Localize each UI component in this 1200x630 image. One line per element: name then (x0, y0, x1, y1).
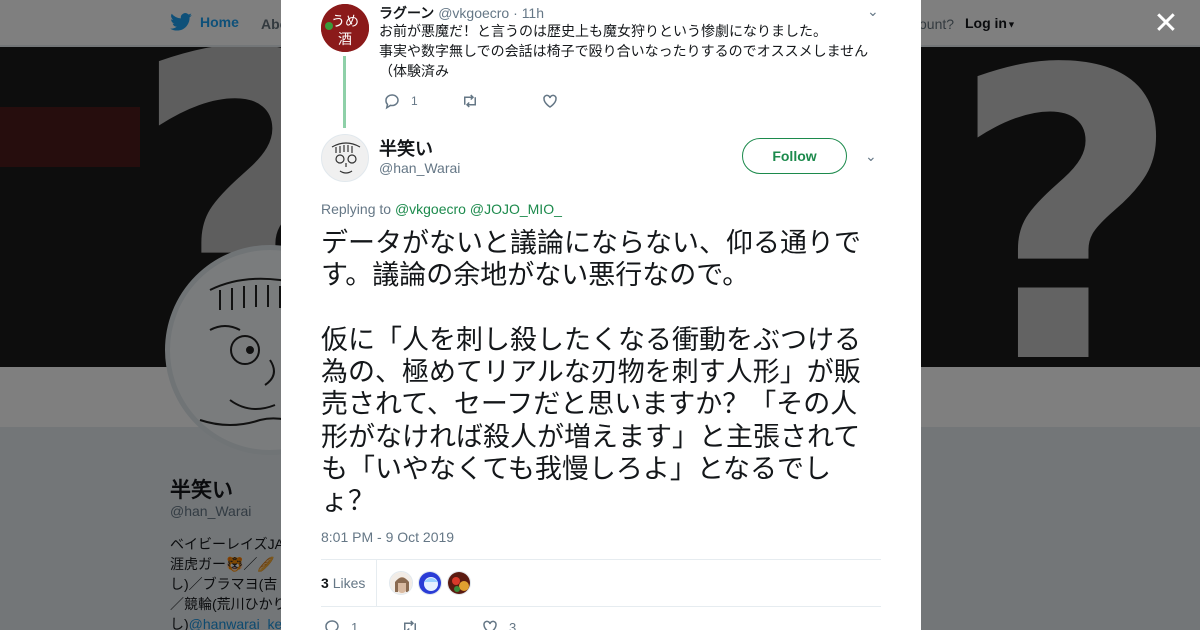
parent-author-handle[interactable]: @vkgoecro (438, 5, 509, 21)
avatar-image (331, 142, 361, 174)
like-button[interactable] (541, 92, 569, 110)
parent-tweet-header: ラグーン @vkgoecro · 11h (379, 3, 544, 23)
replying-to: Replying to @vkgoecro @JOJO_MIO_ (321, 201, 562, 217)
heart-icon (483, 620, 497, 630)
text-line: （体験済み (379, 63, 449, 79)
tweet-stats: 3 Likes (321, 559, 881, 607)
text-line: お前が悪魔だ！と言うのは歴史上も魔女狩りという惨劇になりました。 (379, 23, 827, 39)
parent-timestamp[interactable]: 11h (522, 5, 544, 21)
tweet-author: 半笑い @han_Warai Follow ⌄ (321, 132, 881, 184)
liker-avatar[interactable] (389, 571, 413, 595)
reply-button[interactable]: 1 (323, 618, 401, 630)
reply-icon (385, 94, 399, 110)
thread-connector (343, 56, 346, 128)
likers-list (389, 571, 471, 595)
retweet-icon (404, 620, 416, 630)
reply-button[interactable]: 1 (383, 92, 461, 110)
mention-link[interactable]: @JOJO_MIO_ (470, 201, 562, 217)
replying-label: Replying to (321, 201, 392, 217)
time-separator: · (513, 5, 518, 21)
reply-count: 1 (351, 619, 359, 630)
tweet-timestamp[interactable]: 8:01 PM - 9 Oct 2019 (321, 529, 454, 545)
like-button[interactable]: 3 (481, 618, 516, 630)
parent-avatar[interactable]: うめ 酒 (321, 4, 369, 52)
retweet-button[interactable] (401, 618, 481, 630)
likes-count: 3 (321, 575, 329, 591)
likes-stat[interactable]: 3 Likes (321, 575, 365, 591)
parent-actions: 1 (383, 92, 569, 110)
author-name[interactable]: 半笑い (379, 135, 433, 161)
tweet-text: データがないと議論にならない、仰る通りです。議論の余地がない悪行なので。 仮に「… (321, 228, 861, 517)
author-handle[interactable]: @han_Warai (379, 160, 460, 176)
retweet-button[interactable] (461, 92, 541, 110)
svg-text:うめ: うめ (331, 14, 359, 30)
follow-button[interactable]: Follow (742, 138, 847, 174)
liker-avatar[interactable] (418, 571, 442, 595)
avatar-image: うめ 酒 (321, 4, 369, 52)
reply-icon (325, 620, 339, 630)
divider (376, 560, 377, 606)
liker-avatar[interactable] (447, 571, 471, 595)
tweet-actions: 1 3 (323, 618, 516, 630)
text-line: 事実や数字無しでの会話は椅子で殴り合いなったりするのでオススメしません (379, 43, 869, 59)
like-count: 3 (509, 619, 517, 630)
chevron-down-icon[interactable]: ⌄ (865, 148, 877, 165)
parent-author-name[interactable]: ラグーン (379, 5, 434, 21)
reply-count: 1 (411, 94, 418, 108)
likes-label: Likes (332, 575, 366, 591)
chevron-down-icon[interactable]: ⌄ (867, 3, 879, 20)
svg-text:酒: 酒 (338, 32, 352, 48)
author-avatar[interactable] (321, 134, 369, 182)
tweet-permalink-modal: うめ 酒 ラグーン @vkgoecro · 11h ⌄ お前が悪魔だ！と言うのは… (281, 0, 921, 630)
retweet-icon (464, 94, 476, 108)
close-icon[interactable]: ✕ (1150, 8, 1182, 40)
heart-icon (543, 94, 557, 108)
parent-tweet-text: お前が悪魔だ！と言うのは歴史上も魔女狩りという惨劇になりました。 事実や数字無し… (379, 21, 879, 81)
mention-link[interactable]: @vkgoecro (395, 201, 466, 217)
